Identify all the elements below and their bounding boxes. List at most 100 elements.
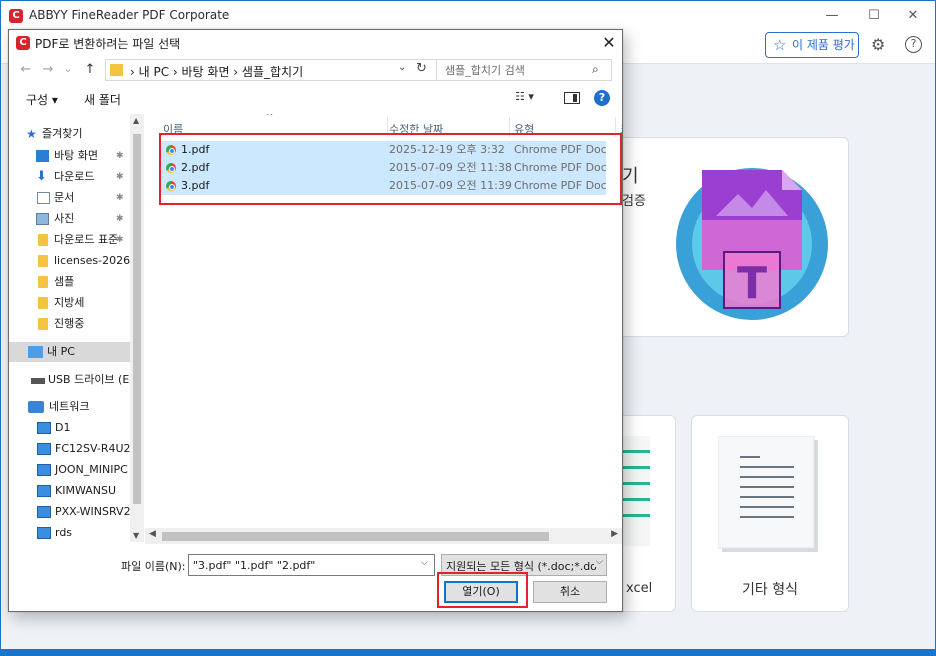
file-list-horizontal-scrollbar[interactable]: ◀ ▶ — [145, 528, 622, 544]
nav-item-local-tax[interactable]: 지방세 — [9, 293, 130, 313]
nav-item-kimwansu[interactable]: KIMWANSU — [9, 481, 130, 501]
pdf-illustration-icon: T — [676, 168, 828, 320]
address-dropdown-chevron-icon[interactable]: ⌄ — [398, 62, 406, 73]
nav-item-label: 내 PC — [47, 345, 75, 358]
card-title: 기 — [622, 166, 639, 187]
nav-item-sample[interactable]: 샘플 — [9, 272, 130, 292]
nav-item-licenses[interactable]: licenses-2026-0 — [9, 251, 141, 271]
nav-item-label: 진행중 — [54, 317, 85, 330]
computer-icon — [37, 464, 51, 476]
column-divider[interactable] — [615, 117, 616, 137]
search-box[interactable]: ⌕ — [436, 59, 612, 81]
nav-item-favorites[interactable]: ★ 즐겨찾기 — [9, 124, 130, 144]
nav-item-label: 사진 — [54, 212, 75, 225]
filename-combobox[interactable]: ⌵ — [188, 554, 435, 576]
forward-arrow-icon[interactable]: → — [39, 61, 57, 79]
open-button[interactable]: 열기(O) — [444, 581, 518, 603]
nav-item-downloads-std[interactable]: 다운로드 표준 ✱ — [9, 230, 130, 250]
nav-pane-scrollbar[interactable]: ▲ ▼ — [130, 114, 144, 542]
search-input[interactable] — [445, 62, 585, 78]
rate-product-label: 이 제품 평가 — [792, 38, 855, 52]
nav-item-pictures[interactable]: 사진 ✱ — [9, 209, 130, 229]
nav-item-label: D1 — [55, 421, 71, 434]
svg-text:T: T — [737, 258, 767, 309]
nav-item-in-progress[interactable]: 진행중 — [9, 314, 130, 334]
scrollbar-thumb[interactable] — [133, 134, 141, 504]
command-bar: 구성 ▾ 새 폴더 ☷ ▾ ? — [9, 86, 622, 112]
organize-button[interactable]: 구성 ▾ — [26, 91, 58, 108]
file-row[interactable]: 1.pdf 2025-12-19 오후 3:32 Chrome PDF Doc.… — [161, 141, 606, 159]
nav-item-label: 네트워크 — [49, 400, 90, 413]
file-modified: 2025-12-19 오후 3:32 — [389, 143, 505, 156]
taskbar-strip — [1, 649, 935, 656]
breadcrumb[interactable]: › 내 PC › 바탕 화면 › 샘플_합치기 — [130, 63, 303, 80]
column-header-type[interactable]: 유형 — [514, 121, 534, 137]
nav-item-label: 즐겨찾기 — [42, 127, 83, 140]
nav-item-label: 문서 — [54, 191, 75, 204]
convert-other-format-card[interactable]: 기타 형식 — [691, 415, 849, 612]
nav-item-documents[interactable]: 문서 ✱ — [9, 188, 130, 208]
file-modified: 2015-07-09 오전 11:38 — [389, 161, 512, 174]
new-folder-button[interactable]: 새 폴더 — [84, 91, 121, 108]
rate-product-button[interactable]: ☆ 이 제품 평가 — [765, 32, 859, 58]
file-type-filter-select[interactable]: 지원되는 모든 형식 (*.doc;*.do ⌵ — [441, 554, 607, 576]
chevron-down-icon[interactable]: ⌵ — [421, 558, 428, 568]
file-row[interactable]: 2.pdf 2015-07-09 오전 11:38 Chrome PDF Doc… — [161, 159, 606, 177]
nav-item-rds[interactable]: rds — [9, 523, 130, 542]
column-divider[interactable] — [509, 117, 510, 137]
nav-item-usb-drive[interactable]: USB 드라이브 (E:) — [9, 370, 137, 390]
scroll-down-arrow-icon[interactable]: ▼ — [133, 531, 139, 540]
scrollbar-thumb[interactable] — [162, 532, 549, 541]
view-options-button[interactable]: ☷ ▾ — [515, 90, 534, 103]
recent-locations-chevron-icon[interactable]: ⌄ — [59, 61, 77, 79]
nav-item-desktop[interactable]: 바탕 화면 ✱ — [9, 146, 130, 166]
dialog-close-button[interactable]: ✕ — [599, 33, 619, 53]
file-row[interactable]: 3.pdf 2015-07-09 오전 11:39 Chrome PDF Doc… — [161, 177, 606, 195]
file-type-filter-value: 지원되는 모든 형식 (*.doc;*.do — [446, 560, 597, 573]
column-header-name[interactable]: 이름 — [163, 121, 183, 137]
sort-ascending-icon: ^ — [266, 114, 274, 122]
preview-pane-icon[interactable] — [564, 92, 580, 104]
usb-drive-icon — [31, 378, 45, 384]
abbyy-logo-icon: C — [16, 36, 30, 50]
column-header-modified[interactable]: 수정한 날짜 — [389, 121, 443, 137]
chevron-down-icon[interactable]: ⌵ — [594, 557, 603, 567]
nav-item-label: KIMWANSU — [55, 484, 117, 497]
pin-icon: ✱ — [116, 172, 124, 182]
help-button[interactable]: ? — [594, 90, 610, 106]
cancel-button[interactable]: 취소 — [533, 581, 607, 603]
folder-icon — [38, 276, 48, 288]
folder-icon — [38, 255, 48, 267]
filename-input[interactable] — [193, 558, 411, 572]
nav-item-fc12sv[interactable]: FC12SV-R4U2 — [9, 439, 131, 459]
nav-item-this-pc[interactable]: 내 PC — [9, 342, 130, 362]
maximize-button[interactable]: ☐ — [859, 5, 889, 27]
dialog-titlebar: C PDF로 변환하려는 파일 선택 ✕ — [9, 30, 622, 56]
nav-item-pxx-winsrv[interactable]: PXX-WINSRV20 — [9, 502, 138, 522]
search-icon[interactable]: ⌕ — [592, 62, 599, 77]
refresh-icon[interactable]: ↻ — [416, 61, 427, 76]
address-bar[interactable]: › 내 PC › 바탕 화면 › 샘플_합치기 ⌄ ↻ — [105, 59, 439, 81]
desktop-icon — [36, 150, 49, 162]
scroll-right-arrow-icon[interactable]: ▶ — [611, 529, 618, 539]
nav-item-joon-minipc[interactable]: JOON_MINIPC — [9, 460, 130, 480]
open-pdf-card[interactable]: 기 검증 T — [591, 137, 849, 337]
close-app-button[interactable]: ✕ — [898, 5, 928, 27]
computer-icon — [37, 506, 51, 518]
file-list: ^ 이름 수정한 날짜 유형 크 1.pdf 2025-12-19 오후 3:3… — [151, 114, 622, 544]
nav-item-downloads[interactable]: ⬇ 다운로드 ✱ — [9, 167, 130, 187]
nav-item-d1[interactable]: D1 — [9, 418, 130, 438]
help-icon[interactable]: ? — [905, 36, 922, 53]
minimize-button[interactable]: — — [817, 5, 847, 27]
nav-item-network[interactable]: 네트워크 — [9, 397, 130, 417]
back-arrow-icon[interactable]: ← — [17, 61, 35, 79]
scroll-up-arrow-icon[interactable]: ▲ — [133, 116, 139, 125]
pin-icon: ✱ — [116, 193, 124, 203]
file-open-dialog: C PDF로 변환하려는 파일 선택 ✕ ← → ⌄ ↑ › 내 PC › 바탕… — [8, 29, 623, 612]
gear-icon[interactable]: ⚙ — [871, 35, 885, 54]
file-type: Chrome PDF Doc... — [514, 143, 606, 156]
column-divider[interactable] — [387, 117, 388, 137]
scroll-left-arrow-icon[interactable]: ◀ — [149, 529, 156, 539]
up-arrow-icon[interactable]: ↑ — [81, 61, 99, 79]
column-header-size[interactable]: 크 — [620, 121, 622, 137]
